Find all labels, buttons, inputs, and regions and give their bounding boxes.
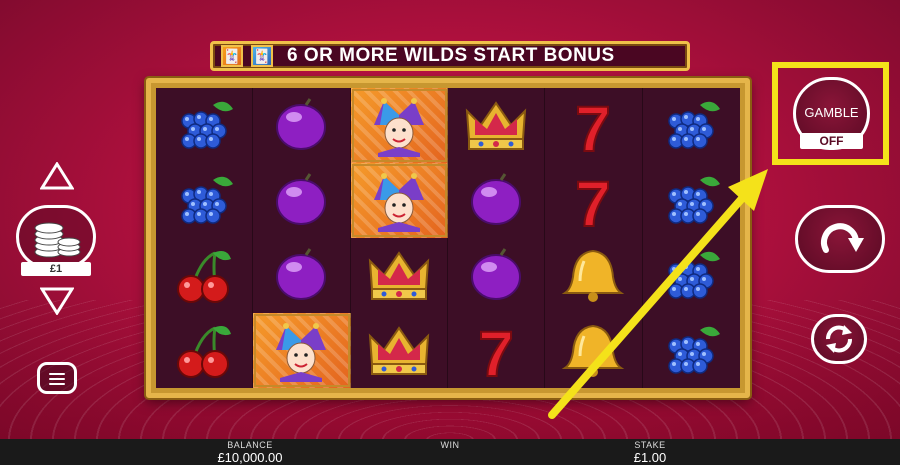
plum-icon [276, 172, 327, 225]
reel-cell-jester [350, 88, 448, 163]
cherries-icon [177, 250, 232, 303]
reel-cell-crown [351, 238, 448, 313]
coin-stack-icon [34, 222, 81, 258]
jester-icon [276, 322, 327, 382]
spin-arrow-icon [821, 223, 864, 253]
reel-cell-plum [253, 88, 351, 163]
seven-icon: 7 [575, 95, 613, 157]
balance-value: £10,000.00 [217, 450, 283, 465]
annotation-arrow [548, 169, 768, 419]
win-label: WIN [440, 440, 460, 450]
reel-cell-plum [448, 238, 546, 313]
autoplay-cycle-icon [826, 325, 852, 353]
crown-icon [465, 100, 527, 150]
grapes-icon [668, 101, 721, 149]
reel-cell-grapes [156, 163, 254, 238]
plum-icon [471, 172, 522, 225]
plum-icon [276, 247, 327, 300]
reel-cell-grapes [643, 88, 740, 163]
bonus-banner-text: 6 OR MORE WILDS START BONUS [287, 45, 615, 66]
balance-display: BALANCE £10,000.00 [170, 440, 330, 465]
jester-wild-icon: 🃏 [221, 45, 243, 67]
menu-button[interactable] [37, 362, 77, 394]
stake-decrease-button[interactable] [40, 287, 74, 315]
reel-cell-plum [448, 163, 546, 238]
svg-text:7: 7 [576, 95, 612, 157]
crown-icon [368, 250, 430, 300]
hamburger-menu-icon [49, 383, 65, 385]
cherries-icon [177, 325, 232, 378]
status-bar: BALANCE £10,000.00 WIN STAKE £1.00 [0, 439, 900, 465]
reel-cell-grapes [156, 88, 254, 163]
jester-icon [373, 172, 424, 232]
crown-icon [368, 325, 430, 375]
stake-value: £1.00 [633, 450, 667, 465]
plum-icon [276, 97, 327, 150]
plum-icon [471, 247, 522, 300]
stake-display: STAKE £1.00 [570, 440, 730, 465]
reel-cell-crown [448, 88, 546, 163]
reel-cell-cherries [156, 313, 254, 388]
reel-cell-seven: 7 [448, 313, 546, 388]
reel-cell-seven: 7 [545, 88, 643, 163]
jester-wild-icon: 🃏 [251, 45, 273, 67]
stake-selector-value: £1 [21, 262, 91, 276]
grapes-icon [181, 101, 234, 149]
hamburger-menu-icon [49, 378, 65, 380]
stake-label: STAKE [634, 440, 666, 450]
svg-text:7: 7 [478, 320, 514, 382]
stake-selector-button[interactable] [16, 205, 96, 269]
grapes-icon [181, 176, 234, 224]
jester-icon [373, 97, 424, 157]
reel-cell-cherries [156, 238, 254, 313]
bonus-banner: 🃏 🃏 6 OR MORE WILDS START BONUS [210, 41, 690, 71]
reel-cell-crown [351, 313, 448, 388]
hamburger-menu-icon [49, 373, 65, 375]
gamble-toggle-button[interactable]: GAMBLE OFF [793, 77, 870, 150]
win-display: WIN [370, 440, 530, 450]
gamble-state: OFF [800, 133, 863, 149]
autoplay-button[interactable] [811, 314, 867, 364]
reel-cell-plum [253, 163, 351, 238]
reel-cell-jester [253, 313, 351, 388]
reel-cell-jester [350, 163, 448, 238]
gamble-label: GAMBLE [804, 105, 859, 120]
balance-label: BALANCE [227, 440, 273, 450]
seven-icon: 7 [477, 320, 515, 382]
stake-increase-button[interactable] [40, 162, 74, 190]
reel-cell-plum [253, 238, 351, 313]
spin-button[interactable] [795, 205, 885, 273]
